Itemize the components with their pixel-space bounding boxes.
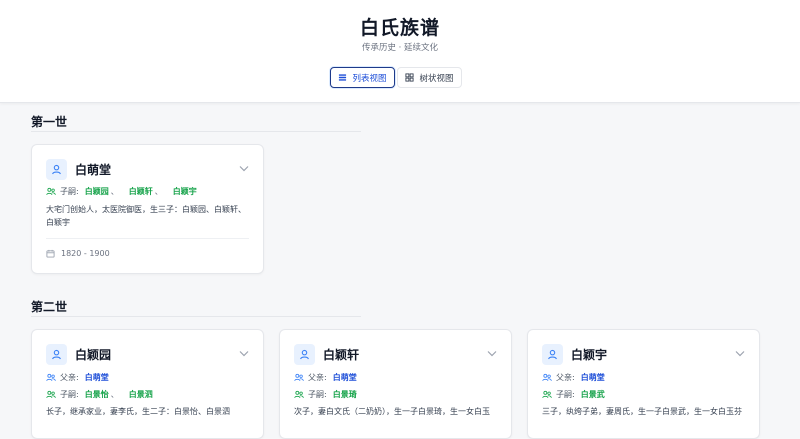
child-link[interactable]: 白颖宇 bbox=[173, 186, 197, 197]
member-card[interactable]: 白颖园 父亲: 白萌堂 子嗣: 白景怡、 白景泗 长子，继承家业，妻李氏，生二子… bbox=[31, 329, 264, 439]
calendar-icon bbox=[46, 249, 55, 258]
person-icon bbox=[294, 344, 315, 365]
father-icon bbox=[542, 373, 552, 382]
chevron-down-icon[interactable] bbox=[735, 350, 745, 357]
generation-title: 第二世 bbox=[31, 300, 68, 314]
children-row: 子嗣: 白景怡、 白景泗 bbox=[46, 389, 153, 400]
lifespan: 1820 - 1900 bbox=[46, 249, 110, 258]
generation-divider bbox=[31, 316, 361, 317]
children-label: 子嗣: bbox=[60, 390, 79, 399]
person-icon bbox=[46, 159, 67, 180]
father-row: 父亲: 白萌堂 bbox=[294, 372, 357, 383]
member-description: 大宅门创始人，太医院御医，生三子：白颖园、白颖轩、白颖宇 bbox=[46, 205, 246, 227]
child-link[interactable]: 白景琦 bbox=[333, 389, 357, 400]
children-icon bbox=[542, 390, 552, 399]
person-icon bbox=[46, 344, 67, 365]
member-card[interactable]: 白萌堂 子嗣: 白颖园、 白颖轩、 白颖宇 大宅门创始人，太医院御医，生三子：白… bbox=[31, 144, 264, 274]
children-row: 子嗣: 白景武 bbox=[542, 389, 605, 400]
father-link[interactable]: 白萌堂 bbox=[581, 372, 605, 383]
member-description: 长子，继承家业，妻李氏，生二子：白景怡、白景泗 bbox=[46, 407, 230, 416]
children-icon bbox=[294, 390, 304, 399]
children-icon bbox=[46, 187, 56, 196]
father-label: 父亲: bbox=[556, 373, 575, 382]
page-subtitle: 传承历史 · 延续文化 bbox=[361, 43, 439, 53]
member-name: 白颖轩 bbox=[323, 348, 360, 362]
child-link[interactable]: 白景怡 bbox=[85, 389, 109, 400]
member-name: 白萌堂 bbox=[75, 163, 112, 177]
page-title: 白氏族谱 bbox=[359, 17, 440, 39]
children-label: 子嗣: bbox=[60, 187, 79, 196]
member-name: 白颖宇 bbox=[571, 348, 608, 362]
children-row: 子嗣: 白颖园、 白颖轩、 白颖宇 bbox=[46, 186, 197, 197]
children-label: 子嗣: bbox=[308, 390, 327, 399]
header: 白氏族谱 传承历史 · 延续文化 列表视图 树状视图 bbox=[0, 0, 800, 103]
children-row: 子嗣: 白景琦 bbox=[294, 389, 357, 400]
father-icon bbox=[46, 373, 56, 382]
child-link[interactable]: 白景武 bbox=[581, 389, 605, 400]
list-view-label: 列表视图 bbox=[352, 73, 387, 84]
lifespan-text: 1820 - 1900 bbox=[61, 249, 110, 258]
member-description: 次子，妻白文氏（二奶奶），生一子白景琦，生一女白玉 bbox=[294, 407, 490, 416]
scrollbar[interactable] bbox=[796, 0, 800, 422]
father-row: 父亲: 白萌堂 bbox=[542, 372, 605, 383]
tree-view-button[interactable]: 树状视图 bbox=[397, 67, 462, 88]
member-name: 白颖园 bbox=[75, 348, 112, 362]
list-icon bbox=[339, 74, 347, 81]
tree-view-label: 树状视图 bbox=[419, 73, 454, 84]
member-card[interactable]: 白颖宇 父亲: 白萌堂 子嗣: 白景武 三子，纨绔子弟，妻周氏，生一子白景武，生… bbox=[527, 329, 760, 439]
person-icon bbox=[542, 344, 563, 365]
list-view-button[interactable]: 列表视图 bbox=[330, 67, 395, 88]
chevron-down-icon[interactable] bbox=[239, 350, 249, 357]
chevron-down-icon[interactable] bbox=[239, 165, 249, 172]
generation-divider bbox=[31, 131, 361, 132]
member-card[interactable]: 白颖轩 父亲: 白萌堂 子嗣: 白景琦 次子，妻白文氏（二奶奶），生一子白景琦，… bbox=[279, 329, 512, 439]
card-divider bbox=[46, 238, 249, 239]
father-row: 父亲: 白萌堂 bbox=[46, 372, 109, 383]
child-link[interactable]: 白颖轩 bbox=[129, 186, 153, 197]
chevron-down-icon[interactable] bbox=[487, 350, 497, 357]
grid-icon bbox=[405, 73, 415, 82]
father-label: 父亲: bbox=[60, 373, 79, 382]
children-icon bbox=[46, 390, 56, 399]
father-link[interactable]: 白萌堂 bbox=[85, 372, 109, 383]
father-label: 父亲: bbox=[308, 373, 327, 382]
member-description: 三子，纨绔子弟，妻周氏，生一子白景武，生一女白玉芬 bbox=[542, 407, 742, 416]
generation-title: 第一世 bbox=[31, 115, 68, 129]
father-link[interactable]: 白萌堂 bbox=[333, 372, 357, 383]
children-label: 子嗣: bbox=[556, 390, 575, 399]
father-icon bbox=[294, 373, 304, 382]
child-link[interactable]: 白颖园 bbox=[85, 186, 109, 197]
child-link[interactable]: 白景泗 bbox=[129, 389, 153, 400]
